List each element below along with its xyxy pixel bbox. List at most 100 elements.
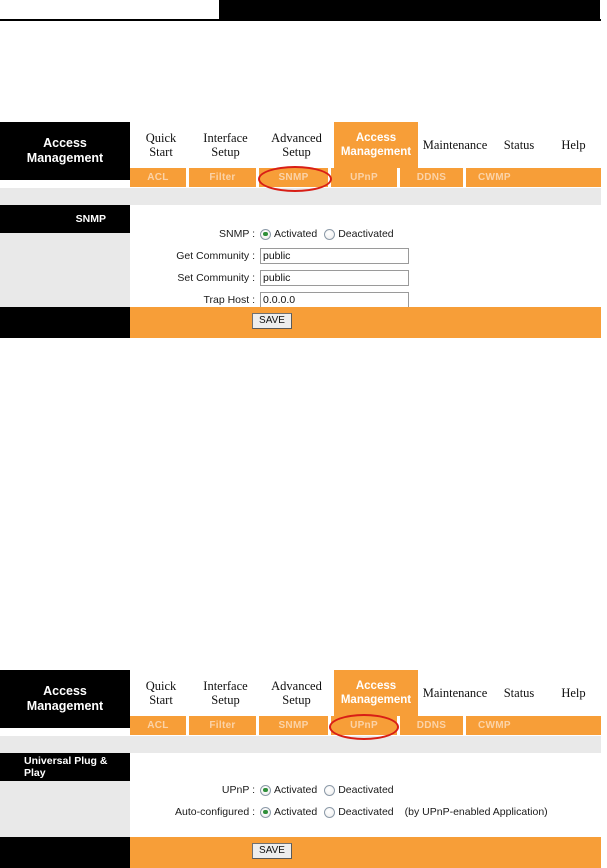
snmp-panel: Access Management Quick Start Interface … <box>0 122 601 338</box>
upnp-content: Universal Plug & Play UPnP : Activated D… <box>0 753 601 837</box>
snmp-deactivated-radio[interactable]: Deactivated <box>324 228 394 240</box>
auto-deactivated-radio[interactable]: Deactivated <box>324 806 394 818</box>
upnp-footer-bar: SAVE <box>0 837 601 868</box>
subtab-snmp[interactable]: SNMP <box>256 168 328 187</box>
upnp-activated-radio[interactable]: Activated <box>260 784 317 796</box>
subtab-acl[interactable]: ACL <box>130 168 186 187</box>
auto-configured-controls: Activated Deactivated (by UPnP-enabled A… <box>260 806 548 818</box>
upnp-section-title: Universal Plug & Play <box>0 753 130 781</box>
upnp-main-nav: Access Management Quick Start Interface … <box>0 670 601 728</box>
auto-activated-radio[interactable]: Activated <box>260 806 317 818</box>
radio-selected-icon <box>260 806 271 818</box>
snmp-save-button[interactable]: SAVE <box>252 313 292 329</box>
snmp-enable-label: SNMP : <box>219 228 255 240</box>
tab-label-line2: Setup <box>282 693 311 707</box>
upnp-save-button[interactable]: SAVE <box>252 843 292 859</box>
subtab-filter[interactable]: Filter <box>186 168 256 187</box>
auto-configured-label: Auto-configured : <box>175 806 255 818</box>
tab-advanced-setup-2[interactable]: Advanced Setup <box>259 670 334 716</box>
brand-line-2: Management <box>26 151 104 165</box>
tab-label-line2: Setup <box>211 145 240 159</box>
tab-label-line1: Maintenance <box>422 138 488 152</box>
tab-quick-start[interactable]: Quick Start <box>130 122 192 168</box>
tab-status[interactable]: Status <box>492 122 546 168</box>
tab-label-line1: Advanced <box>271 131 322 145</box>
tab-label-line1: Status <box>503 686 535 700</box>
get-community-controls <box>260 248 409 264</box>
subtab-upnp[interactable]: UPnP <box>328 168 397 187</box>
subtab-cwmp-2[interactable]: CWMP <box>463 716 601 735</box>
tab-label-line1: Help <box>561 686 586 700</box>
subtab-acl-2[interactable]: ACL <box>130 716 186 735</box>
subtab-filter-2[interactable]: Filter <box>186 716 256 735</box>
snmp-form: SNMP : Activated Deactivated Get Communi… <box>130 205 601 311</box>
set-community-controls <box>260 270 409 286</box>
tab-label-line1: Interface <box>203 679 248 693</box>
top-black-banner <box>219 0 600 21</box>
radio-selected-icon <box>260 228 271 240</box>
tab-advanced-setup[interactable]: Advanced Setup <box>259 122 334 168</box>
snmp-gray-divider <box>0 187 601 205</box>
subtab-ddns-2[interactable]: DDNS <box>397 716 463 735</box>
brand-line-2: Management <box>26 699 104 713</box>
snmp-activated-label: Activated <box>274 228 318 240</box>
auto-deactivated-label: Deactivated <box>338 806 394 818</box>
tab-help[interactable]: Help <box>546 122 601 168</box>
tab-access-management-2[interactable]: Access Management <box>334 670 418 716</box>
main-tab-list: Quick Start Interface Setup Advanced Set… <box>130 122 601 168</box>
tab-label-line1: Maintenance <box>422 686 488 700</box>
sub-tab-list-2: ACL Filter SNMP UPnP DDNS CWMP <box>130 716 601 735</box>
subtab-snmp-2[interactable]: SNMP <box>256 716 328 735</box>
subtab-ddns[interactable]: DDNS <box>397 168 463 187</box>
snmp-enable-controls: Activated Deactivated <box>260 228 401 240</box>
tab-label-line1: Access <box>355 680 397 692</box>
snmp-activated-radio[interactable]: Activated <box>260 228 317 240</box>
upnp-activated-label: Activated <box>274 784 318 796</box>
sub-tab-list: ACL Filter SNMP UPnP DDNS CWMP <box>130 168 601 187</box>
tab-label-line1: Help <box>561 138 586 152</box>
radio-unselected-icon <box>324 228 336 240</box>
upnp-enable-controls: Activated Deactivated <box>260 784 401 796</box>
trap-host-input[interactable] <box>260 292 409 308</box>
tab-interface-setup-2[interactable]: Interface Setup <box>192 670 259 716</box>
tab-label-line1: Interface <box>203 131 248 145</box>
main-tab-list-2: Quick Start Interface Setup Advanced Set… <box>130 670 601 716</box>
snmp-content: SNMP SNMP : Activated Deactivated Get Co… <box>0 205 601 311</box>
tab-label-line2: Setup <box>282 145 311 159</box>
get-community-input[interactable] <box>260 248 409 264</box>
set-community-input[interactable] <box>260 270 409 286</box>
page-top-strip <box>0 0 607 23</box>
tab-label-line1: Quick <box>145 679 177 693</box>
tab-label-line2: Management <box>340 146 412 158</box>
tab-status-2[interactable]: Status <box>492 670 546 716</box>
upnp-side-column: Universal Plug & Play <box>0 753 130 837</box>
tab-maintenance[interactable]: Maintenance <box>418 122 492 168</box>
snmp-footer-black-block <box>0 307 130 338</box>
trap-host-controls <box>260 292 409 308</box>
upnp-deactivated-radio[interactable]: Deactivated <box>324 784 394 796</box>
upnp-footer-black-block <box>0 837 130 868</box>
radio-unselected-icon <box>324 806 336 818</box>
upnp-form: UPnP : Activated Deactivated Auto-config… <box>130 753 601 823</box>
tab-quick-start-2[interactable]: Quick Start <box>130 670 192 716</box>
auto-configured-row: Auto-configured : Activated Deactivated … <box>130 801 601 823</box>
brand-logo-access-management-2: Access Management <box>0 670 130 728</box>
brand-line-1: Access <box>43 684 87 698</box>
upnp-panel: Access Management Quick Start Interface … <box>0 670 601 868</box>
tab-maintenance-2[interactable]: Maintenance <box>418 670 492 716</box>
tab-help-2[interactable]: Help <box>546 670 601 716</box>
top-horizontal-rule <box>0 19 601 21</box>
set-community-row: Set Community : <box>130 267 601 289</box>
subtab-upnp-2[interactable]: UPnP <box>328 716 397 735</box>
subtab-cwmp[interactable]: CWMP <box>463 168 601 187</box>
snmp-main-nav: Access Management Quick Start Interface … <box>0 122 601 180</box>
tab-label-line2: Start <box>149 145 173 159</box>
auto-activated-label: Activated <box>274 806 318 818</box>
tab-access-management[interactable]: Access Management <box>334 122 418 168</box>
radio-selected-icon <box>260 784 271 796</box>
upnp-gray-divider <box>0 735 601 753</box>
tab-interface-setup[interactable]: Interface Setup <box>192 122 259 168</box>
tab-label-line1: Advanced <box>271 679 322 693</box>
upnp-enable-row: UPnP : Activated Deactivated <box>130 779 601 801</box>
tab-label-line2: Management <box>340 694 412 706</box>
